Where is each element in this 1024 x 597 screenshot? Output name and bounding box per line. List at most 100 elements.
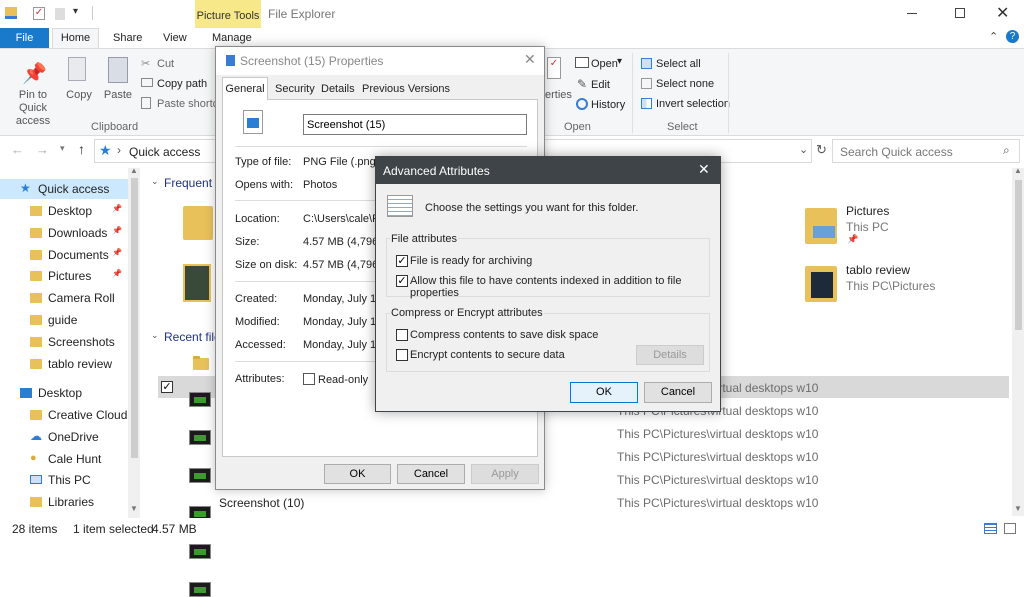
compress-label[interactable]: Compress contents to save disk space [410, 329, 598, 341]
minimize-button[interactable] [907, 13, 917, 14]
open-dropdown-icon[interactable]: ▾ [617, 56, 622, 67]
open-button[interactable]: Open [591, 58, 618, 70]
sidebar-item-quick-access[interactable]: ★ Quick access [0, 179, 128, 199]
maximize-button[interactable] [955, 8, 965, 18]
advanced-ok-button[interactable]: OK [570, 382, 638, 403]
tab-manage[interactable]: Manage [212, 32, 252, 44]
sidebar-item[interactable]: Pictures 📌 [0, 266, 128, 286]
encrypt-checkbox[interactable] [396, 349, 408, 361]
scroll-up-icon[interactable]: ▲ [1014, 166, 1022, 175]
forward-icon[interactable]: → [36, 142, 49, 157]
large-icons-view-icon[interactable] [1004, 523, 1016, 534]
sidebar-item[interactable]: Desktop [0, 383, 128, 403]
scroll-up-icon[interactable]: ▲ [130, 166, 138, 175]
encrypt-label[interactable]: Encrypt contents to secure data [410, 349, 565, 361]
tab-previous-versions[interactable]: Previous Versions [362, 83, 450, 95]
copy-button[interactable]: Copy [64, 89, 94, 102]
advanced-cancel-button[interactable]: Cancel [644, 382, 712, 403]
index-checkbox[interactable]: ✓ [396, 275, 408, 287]
tablo-folder-title[interactable]: tablo review [846, 263, 910, 277]
properties-ok-button[interactable]: OK [324, 464, 391, 484]
filename-field[interactable] [303, 114, 527, 135]
details-button[interactable]: Details [636, 345, 704, 365]
properties-cancel-button[interactable]: Cancel [397, 464, 465, 484]
frequent-folders-header[interactable]: Frequent f [164, 176, 219, 190]
search-box[interactable]: Search Quick access ⌕ [832, 139, 1020, 163]
customize-toolbar-icon[interactable]: ▾ [73, 6, 78, 17]
sidebar-item[interactable]: Camera Roll [0, 288, 128, 308]
open-group-label: Open [564, 121, 591, 133]
advanced-title-bar[interactable]: Advanced Attributes ✕ [376, 157, 720, 184]
scroll-down-icon[interactable]: ▼ [1014, 504, 1022, 513]
sidebar-item[interactable]: ● Cale Hunt [0, 449, 128, 469]
tab-general[interactable]: General [222, 77, 268, 100]
tab-details[interactable]: Details [321, 83, 355, 95]
last-recent-file-name[interactable]: Screenshot (10) [219, 496, 304, 510]
archive-label[interactable]: File is ready for archiving [410, 255, 532, 267]
sidebar-item[interactable]: Network [0, 514, 128, 516]
compress-checkbox[interactable] [396, 329, 408, 341]
tab-view[interactable]: View [163, 32, 187, 44]
history-button[interactable]: History [591, 99, 625, 111]
sidebar-item[interactable]: Desktop 📌 [0, 201, 128, 221]
sidebar-item[interactable]: Documents 📌 [0, 245, 128, 265]
recent-collapse-icon[interactable]: ⌄ [151, 330, 159, 341]
select-none-button[interactable]: Select none [656, 78, 714, 90]
frequent-folder-tile[interactable] [183, 206, 213, 240]
recent-locations-icon[interactable]: ▾ [60, 143, 65, 154]
sidebar-item[interactable]: Creative Cloud F [0, 405, 138, 425]
address-dropdown-icon[interactable]: ⌄ [799, 143, 808, 156]
sidebar-item[interactable]: This PC [0, 470, 128, 490]
properties-quick-icon[interactable]: ✓ [33, 7, 45, 20]
recent-file-location: This PC\Pictures\virtual desktops w10 [617, 450, 819, 464]
properties-apply-button[interactable]: Apply [471, 464, 539, 484]
collapse-ribbon-icon[interactable]: ⌃ [989, 30, 998, 43]
tab-security[interactable]: Security [275, 83, 315, 95]
properties-close-icon[interactable]: ✕ [524, 51, 536, 68]
search-input[interactable]: Search Quick access [840, 145, 953, 159]
scroll-down-icon[interactable]: ▼ [130, 504, 138, 513]
close-window-button[interactable]: ✕ [996, 3, 1009, 23]
back-icon[interactable]: ← [11, 142, 24, 157]
sidebar-item[interactable]: Libraries [0, 492, 128, 512]
content-scrollbar[interactable]: ▲ ▼ [1012, 166, 1024, 516]
tab-home[interactable]: Home [52, 28, 99, 49]
properties-title-bar[interactable]: Screenshot (15) Properties ✕ [216, 47, 544, 75]
frequent-collapse-icon[interactable]: ⌄ [151, 176, 159, 187]
index-label[interactable]: Allow this file to have contents indexed… [410, 275, 720, 299]
sidebar-scroll-thumb[interactable] [131, 178, 138, 458]
copy-path-icon [141, 78, 153, 87]
edit-button[interactable]: Edit [591, 79, 610, 91]
details-view-icon[interactable] [984, 523, 997, 534]
content-scroll-thumb[interactable] [1015, 180, 1022, 330]
pictures-folder-title[interactable]: Pictures [846, 204, 889, 218]
select-all-button[interactable]: Select all [656, 58, 701, 70]
tab-share[interactable]: Share [113, 32, 142, 44]
pin-to-quick-access-button[interactable]: Pin to Quick access [4, 89, 62, 128]
up-icon[interactable]: ↑ [78, 141, 85, 157]
invert-selection-button[interactable]: Invert selection [656, 98, 730, 110]
sidebar-item-label: Quick access [38, 182, 110, 196]
tab-file[interactable]: File [0, 28, 49, 48]
sidebar-item[interactable]: tablo review [0, 354, 128, 374]
help-icon[interactable]: ? [1006, 30, 1019, 43]
sidebar-item[interactable]: Downloads 📌 [0, 223, 128, 243]
readonly-checkbox[interactable] [303, 373, 315, 385]
frequent-folder-tile[interactable] [183, 264, 211, 302]
pin-icon: 📌 [847, 234, 859, 244]
paste-button[interactable]: Paste [102, 89, 134, 102]
sidebar-item[interactable]: Screenshots [0, 332, 128, 352]
archive-checkbox[interactable]: ✓ [396, 255, 408, 267]
sidebar-scrollbar[interactable]: ▲ ▼ [128, 166, 140, 518]
sidebar-item[interactable]: ☁ OneDrive [0, 427, 128, 447]
cut-button[interactable]: Cut [157, 58, 174, 70]
advanced-close-icon[interactable]: ✕ [698, 161, 710, 178]
copy-path-button[interactable]: Copy path [157, 78, 207, 90]
properties-button[interactable]: erties [545, 89, 572, 102]
refresh-icon[interactable]: ↻ [816, 142, 827, 158]
sidebar-item[interactable]: guide [0, 310, 128, 330]
new-folder-quick-icon[interactable] [55, 8, 65, 20]
location-label: Location: [235, 213, 280, 225]
row-select-checkbox[interactable]: ✓ [161, 381, 173, 393]
address-path: Quick access [129, 145, 201, 159]
